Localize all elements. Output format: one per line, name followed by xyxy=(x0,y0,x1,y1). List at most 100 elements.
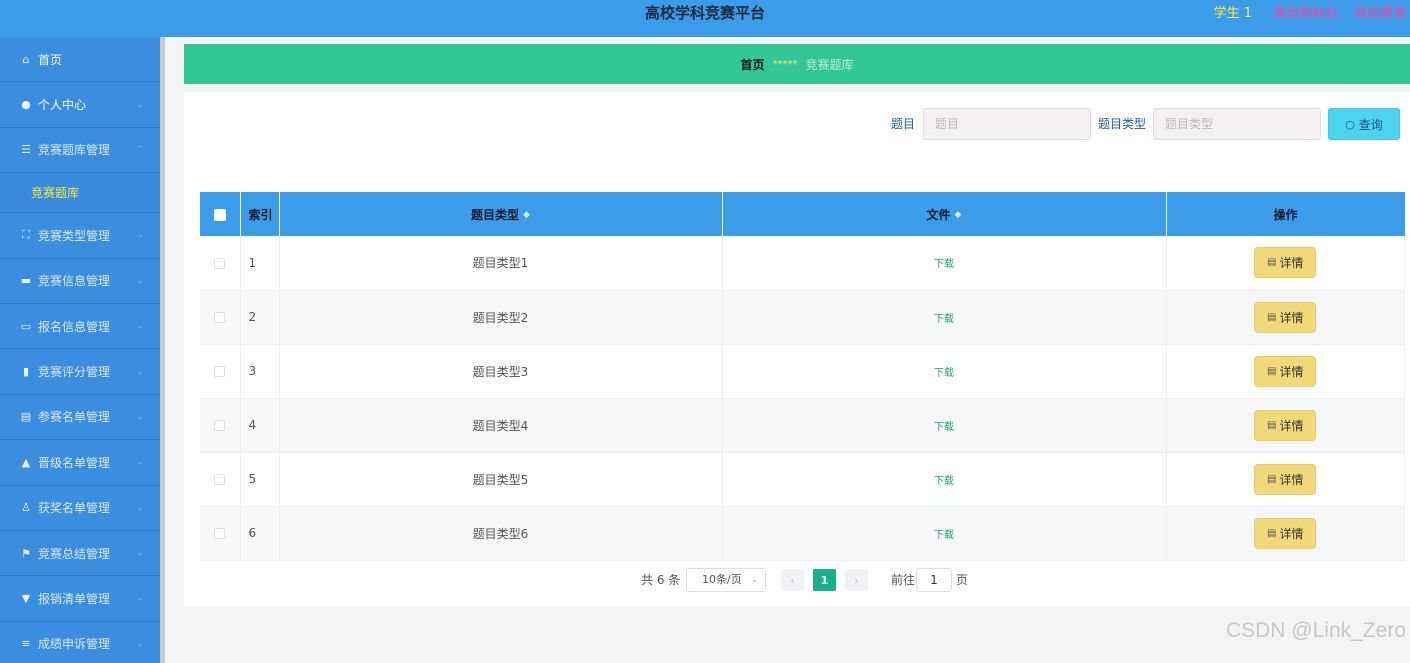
header-action: 操作 xyxy=(1166,192,1405,236)
breadcrumb-home[interactable]: 首页 xyxy=(740,56,764,73)
download-link[interactable]: 下载 xyxy=(934,530,954,541)
row-index: 4 xyxy=(240,398,280,453)
sidebar-scrollbar[interactable] xyxy=(160,37,165,663)
document-icon: ▤ xyxy=(1267,473,1277,485)
logout-link[interactable]: 退出登录 xyxy=(1354,0,1406,27)
sort-icon[interactable]: ◆ xyxy=(523,210,530,220)
chevron-down-icon: ⌄ xyxy=(136,593,144,604)
row-type: 题目类型3 xyxy=(279,344,723,399)
row-checkbox[interactable] xyxy=(214,528,226,539)
header-type[interactable]: 题目类型 ◆ xyxy=(279,192,723,236)
detail-button[interactable]: ▤ 详情 xyxy=(1254,517,1317,549)
sidebar-item-home[interactable]: ⌂ 首页 xyxy=(0,37,160,83)
sidebar-item-question-bank[interactable]: ☰ 竞赛题库管理 ⌃ xyxy=(0,128,160,174)
row-checkbox[interactable] xyxy=(214,420,226,431)
detail-button[interactable]: ▤ 详情 xyxy=(1254,355,1317,387)
row-checkbox[interactable] xyxy=(214,474,226,485)
question-bank-table: 索引 题目类型 ◆ 文件 ◆ 操作 1 题目类型1 下载 ▤ 详情 2 题目类型2 下… xyxy=(200,192,1405,561)
back-to-front-link[interactable]: 退出到前台 xyxy=(1273,0,1338,27)
search-type-label: 题目类型 xyxy=(1098,117,1147,131)
breadcrumb: 首页 ***** 竞赛题库 xyxy=(184,44,1410,84)
download-link[interactable]: 下载 xyxy=(934,476,954,487)
download-link[interactable]: 下载 xyxy=(934,422,954,433)
sidebar-item-reimbursement[interactable]: ▼ 报销清单管理 ⌄ xyxy=(0,576,160,622)
briefcase-icon: ▬ xyxy=(20,274,32,288)
sidebar-item-advancement[interactable]: ▲ 晋级名单管理 ⌄ xyxy=(0,440,160,486)
table-header-row: 索引 题目类型 ◆ 文件 ◆ 操作 xyxy=(200,192,1405,236)
chevron-down-icon: ⌄ xyxy=(136,275,144,286)
table-row: 1 题目类型1 下载 ▤ 详情 xyxy=(200,236,1405,291)
row-type: 题目类型1 xyxy=(279,236,723,291)
sidebar-item-competition-info[interactable]: ▬ 竞赛信息管理 ⌄ xyxy=(0,259,160,304)
select-all-checkbox[interactable] xyxy=(213,208,226,221)
pin-icon: ▼ xyxy=(21,591,31,605)
table-row: 5 题目类型5 下载 ▤ 详情 xyxy=(200,452,1405,507)
search-title-input[interactable] xyxy=(923,108,1091,140)
document-icon: ▤ xyxy=(1267,311,1277,323)
search-button[interactable]: ○ 查询 xyxy=(1328,108,1400,140)
page-size-select[interactable]: 10条/页 ⌄ xyxy=(686,568,766,592)
sidebar: ⌂ 首页 ● 个人中心 ⌄ ☰ 竞赛题库管理 ⌃ 竞赛题库 ⛶ 竞赛类型管理 ⌄… xyxy=(0,37,160,663)
sort-icon[interactable]: ◆ xyxy=(955,210,962,220)
user-icon: ● xyxy=(21,98,31,112)
download-link[interactable]: 下载 xyxy=(934,259,954,270)
table-row: 4 题目类型4 下载 ▤ 详情 xyxy=(200,398,1405,453)
header-index: 索引 xyxy=(240,192,280,236)
sidebar-item-summary[interactable]: ⚑ 竞赛总结管理 ⌄ xyxy=(0,531,160,577)
header-file[interactable]: 文件 ◆ xyxy=(722,192,1167,236)
chevron-down-icon: ⌄ xyxy=(136,99,144,110)
sidebar-item-appeals[interactable]: ≡ 成绩申诉管理 ⌄ xyxy=(0,622,160,663)
chart-icon: ▮ xyxy=(22,365,30,379)
sidebar-item-scoring[interactable]: ▮ 竞赛评分管理 ⌄ xyxy=(0,349,160,395)
top-header: 高校学科竞赛平台 学生 1 退出到前台 退出登录 xyxy=(0,0,1410,37)
expand-icon: ⛶ xyxy=(22,228,30,242)
table-row: 3 题目类型3 下载 ▤ 详情 xyxy=(200,344,1405,399)
chevron-down-icon: ⌄ xyxy=(136,638,144,649)
current-user: 学生 1 xyxy=(1213,6,1252,21)
list-icon: ☰ xyxy=(21,143,31,157)
home-icon: ⌂ xyxy=(22,52,30,66)
chevron-up-icon: ⌃ xyxy=(136,144,144,155)
award-icon: ♙ xyxy=(21,501,31,515)
next-page-button[interactable]: › xyxy=(845,569,868,591)
document-icon: ▤ xyxy=(1267,257,1277,269)
search-icon: ○ xyxy=(1345,117,1355,131)
search-type-input[interactable] xyxy=(1153,108,1321,140)
chevron-down-icon: ⌄ xyxy=(136,321,144,332)
table-row: 6 题目类型6 下载 ▤ 详情 xyxy=(200,506,1405,561)
row-index: 6 xyxy=(240,506,280,561)
row-checkbox[interactable] xyxy=(214,312,226,323)
row-checkbox[interactable] xyxy=(214,257,226,269)
sidebar-item-participants[interactable]: ▤ 参赛名单管理 ⌄ xyxy=(0,395,160,441)
search-title-label: 题目 xyxy=(891,117,916,131)
download-link[interactable]: 下载 xyxy=(934,314,954,325)
goto-page-input[interactable] xyxy=(916,568,952,592)
sidebar-item-awards[interactable]: ♙ 获奖名单管理 ⌄ xyxy=(0,486,160,531)
download-link[interactable]: 下载 xyxy=(934,368,954,379)
detail-button[interactable]: ▤ 详情 xyxy=(1254,301,1317,333)
table-row: 2 题目类型2 下载 ▤ 详情 xyxy=(200,290,1405,345)
prev-page-button[interactable]: ‹ xyxy=(781,569,804,591)
detail-button[interactable]: ▤ 详情 xyxy=(1254,247,1317,279)
detail-button[interactable]: ▤ 详情 xyxy=(1254,409,1317,441)
row-checkbox[interactable] xyxy=(214,366,226,377)
row-type: 题目类型4 xyxy=(279,398,723,453)
sidebar-item-registration-info[interactable]: ▭ 报名信息管理 ⌄ xyxy=(0,304,160,350)
sidebar-item-personal-center[interactable]: ● 个人中心 ⌄ xyxy=(0,82,160,128)
pagination-total: 共 6 条 xyxy=(641,573,681,587)
message-icon: ▭ xyxy=(20,319,32,333)
sidebar-item-competition-type[interactable]: ⛶ 竞赛类型管理 ⌄ xyxy=(0,213,160,259)
detail-button[interactable]: ▤ 详情 xyxy=(1254,463,1317,495)
document-icon: ▤ xyxy=(1267,419,1277,431)
row-type: 题目类型6 xyxy=(279,506,723,561)
chevron-down-icon: ⌄ xyxy=(751,575,758,584)
page-number-button[interactable]: 1 xyxy=(813,569,836,591)
breadcrumb-current: 竞赛题库 xyxy=(805,57,854,72)
chevron-down-icon: ⌄ xyxy=(136,230,144,241)
chevron-down-icon: ⌄ xyxy=(136,502,144,513)
menu-icon: ≡ xyxy=(21,637,31,651)
sidebar-subitem-question-bank[interactable]: 竞赛题库 xyxy=(0,173,160,214)
goto-prefix: 前往 xyxy=(891,573,916,587)
goto-suffix: 页 xyxy=(956,573,969,587)
app-title: 高校学科竞赛平台 xyxy=(644,4,765,22)
